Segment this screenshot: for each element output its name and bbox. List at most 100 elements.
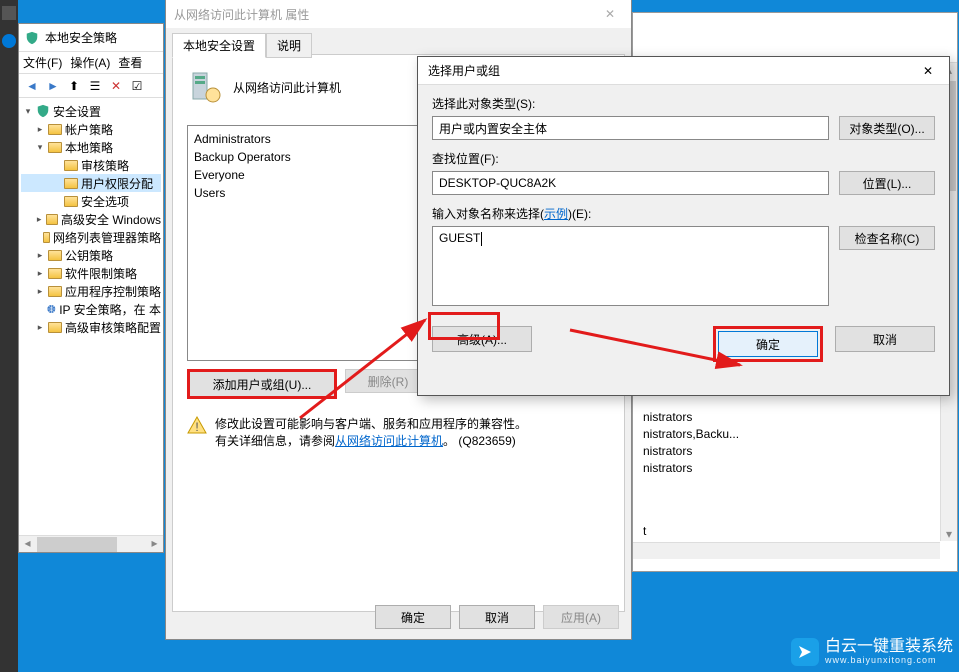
chevron-right-icon[interactable]: ▸: [35, 268, 45, 278]
button-label: 添加用户或组(U)...: [213, 376, 312, 393]
object-type-field: 用户或内置安全主体: [432, 116, 829, 140]
mmc-titlebar[interactable]: 本地安全策略: [19, 24, 163, 52]
chevron-right-icon[interactable]: ▸: [35, 250, 45, 260]
taskbar-icon[interactable]: [2, 34, 16, 48]
tree-item-account-policies[interactable]: ▸ 帐户策略: [21, 120, 161, 138]
horizontal-scrollbar[interactable]: [633, 542, 940, 559]
ok-highlight: 确定: [713, 326, 823, 362]
chevron-down-icon[interactable]: ▾: [23, 106, 33, 116]
chevron-right-icon[interactable]: ▸: [35, 286, 45, 296]
tree-item-pubkey[interactable]: ▸ 公钥策略: [21, 246, 161, 264]
select-titlebar[interactable]: 选择用户或组 ✕: [418, 57, 949, 85]
advanced-button[interactable]: 高级(A)...: [432, 326, 532, 352]
object-types-button[interactable]: 对象类型(O)...: [839, 116, 935, 140]
button-label: 高级(A)...: [457, 331, 507, 348]
list-item[interactable]: nistrators: [643, 409, 947, 426]
folder-icon: [46, 214, 58, 225]
folder-icon: [48, 322, 62, 333]
tree-view: ▾ 安全设置 ▸ 帐户策略 ▾ 本地策略 审核策略 用户权限分配 安全选项: [19, 98, 163, 340]
tree-item-local-policies[interactable]: ▾ 本地策略: [21, 138, 161, 156]
object-type-label: 选择此对象类型(S):: [432, 95, 935, 112]
tree-label: 网络列表管理器策略: [53, 229, 161, 246]
info-line: 修改此设置可能影响与客户端、服务和应用程序的兼容性。: [215, 415, 527, 432]
watermark-text-en: www.baiyunxitong.com: [825, 656, 953, 666]
tree-label: 本地策略: [65, 139, 113, 156]
tree-label: 高级审核策略配置: [65, 319, 161, 336]
menu-action[interactable]: 操作(A): [70, 54, 110, 71]
examples-link[interactable]: 示例: [544, 207, 568, 221]
tree-label: 应用程序控制策略: [65, 283, 161, 300]
tree-label: 安全设置: [53, 103, 101, 120]
tab-description[interactable]: 说明: [266, 33, 312, 58]
list-item[interactable]: t: [643, 523, 947, 540]
tree-item-advanced-firewall[interactable]: ▸ 高级安全 Windows: [21, 210, 161, 228]
locations-button[interactable]: 位置(L)...: [839, 171, 935, 195]
mgmt-titlebar[interactable]: [633, 13, 957, 41]
globe-icon: [46, 302, 57, 316]
mmc-menubar: 文件(F) 操作(A) 查看: [19, 52, 163, 74]
check-names-button[interactable]: 检查名称(C): [839, 226, 935, 250]
folder-icon: [64, 178, 78, 189]
forward-button[interactable]: ►: [44, 77, 62, 95]
button-label: 取消: [873, 331, 897, 348]
chevron-right-icon[interactable]: ▸: [35, 214, 43, 224]
cancel-button[interactable]: 取消: [459, 605, 535, 629]
properties-icon[interactable]: ☑: [128, 77, 146, 95]
ok-button[interactable]: 确定: [718, 331, 818, 357]
mmc-title: 本地安全策略: [45, 29, 117, 46]
list-icon[interactable]: ☰: [86, 77, 104, 95]
folder-icon: [48, 124, 62, 135]
properties-titlebar[interactable]: 从网络访问此计算机 属性 ✕: [166, 0, 631, 28]
delete-icon[interactable]: ✕: [107, 77, 125, 95]
text-cursor-icon: [481, 232, 482, 246]
close-button[interactable]: ✕: [907, 57, 949, 84]
up-button[interactable]: ⬆: [65, 77, 83, 95]
properties-title: 从网络访问此计算机 属性: [174, 6, 309, 23]
tree-item-advanced-audit[interactable]: ▸ 高级审核策略配置: [21, 318, 161, 336]
close-button[interactable]: ✕: [589, 1, 631, 28]
tree-item-security-options[interactable]: 安全选项: [21, 192, 161, 210]
tab-local-security[interactable]: 本地安全设置: [172, 33, 266, 58]
tree-item-ipsec[interactable]: IP 安全策略，在 本: [21, 300, 161, 318]
tree-item-network-list[interactable]: 网络列表管理器策略: [21, 228, 161, 246]
ok-button[interactable]: 确定: [375, 605, 451, 629]
cancel-button[interactable]: 取消: [835, 326, 935, 352]
info-link[interactable]: 从网络访问此计算机: [335, 434, 443, 448]
shield-icon: [25, 31, 39, 45]
folder-icon: [48, 286, 62, 297]
svg-text:!: !: [195, 420, 198, 434]
tree-label: 高级安全 Windows: [61, 211, 161, 228]
horizontal-scrollbar[interactable]: ◂ ▸: [19, 535, 163, 552]
list-item[interactable]: nistrators: [643, 443, 947, 460]
folder-icon: [43, 232, 50, 243]
tree-label: 软件限制策略: [65, 265, 137, 282]
watermark-text-cn: 白云一键重装系统: [825, 638, 953, 656]
back-button[interactable]: ◄: [23, 77, 41, 95]
list-item[interactable]: nistrators,Backu...: [643, 426, 947, 443]
chevron-right-icon[interactable]: ▸: [35, 124, 45, 134]
chevron-down-icon[interactable]: ▾: [35, 142, 45, 152]
object-name-input[interactable]: GUEST: [432, 226, 829, 306]
menu-view[interactable]: 查看: [118, 54, 142, 71]
button-label: 检查名称(C): [855, 230, 920, 247]
button-label: 确定: [756, 336, 780, 353]
tree-item-user-rights-assignment[interactable]: 用户权限分配: [21, 174, 161, 192]
menu-file[interactable]: 文件(F): [23, 54, 62, 71]
taskbar: [0, 0, 18, 672]
list-item[interactable]: nistrators: [643, 460, 947, 477]
select-user-or-group-dialog: 选择用户或组 ✕ 选择此对象类型(S): 用户或内置安全主体 对象类型(O)..…: [417, 56, 950, 396]
tree-label: 安全选项: [81, 193, 129, 210]
folder-icon: [48, 268, 62, 279]
watermark-logo-icon: [791, 638, 819, 666]
tree-item-audit-policy[interactable]: 审核策略: [21, 156, 161, 174]
tree-item-app-control[interactable]: ▸ 应用程序控制策略: [21, 282, 161, 300]
button-label: 确定: [401, 609, 425, 626]
add-user-or-group-button[interactable]: 添加用户或组(U)...: [187, 369, 337, 399]
tree-root[interactable]: ▾ 安全设置: [21, 102, 161, 120]
taskbar-icon[interactable]: [2, 6, 16, 20]
watermark: 白云一键重装系统 www.baiyunxitong.com: [791, 638, 953, 666]
tree-item-software-restriction[interactable]: ▸ 软件限制策略: [21, 264, 161, 282]
object-name-label: 输入对象名称来选择(示例)(E):: [432, 205, 935, 222]
chevron-right-icon[interactable]: ▸: [35, 322, 45, 332]
button-label: 位置(L)...: [863, 175, 912, 192]
